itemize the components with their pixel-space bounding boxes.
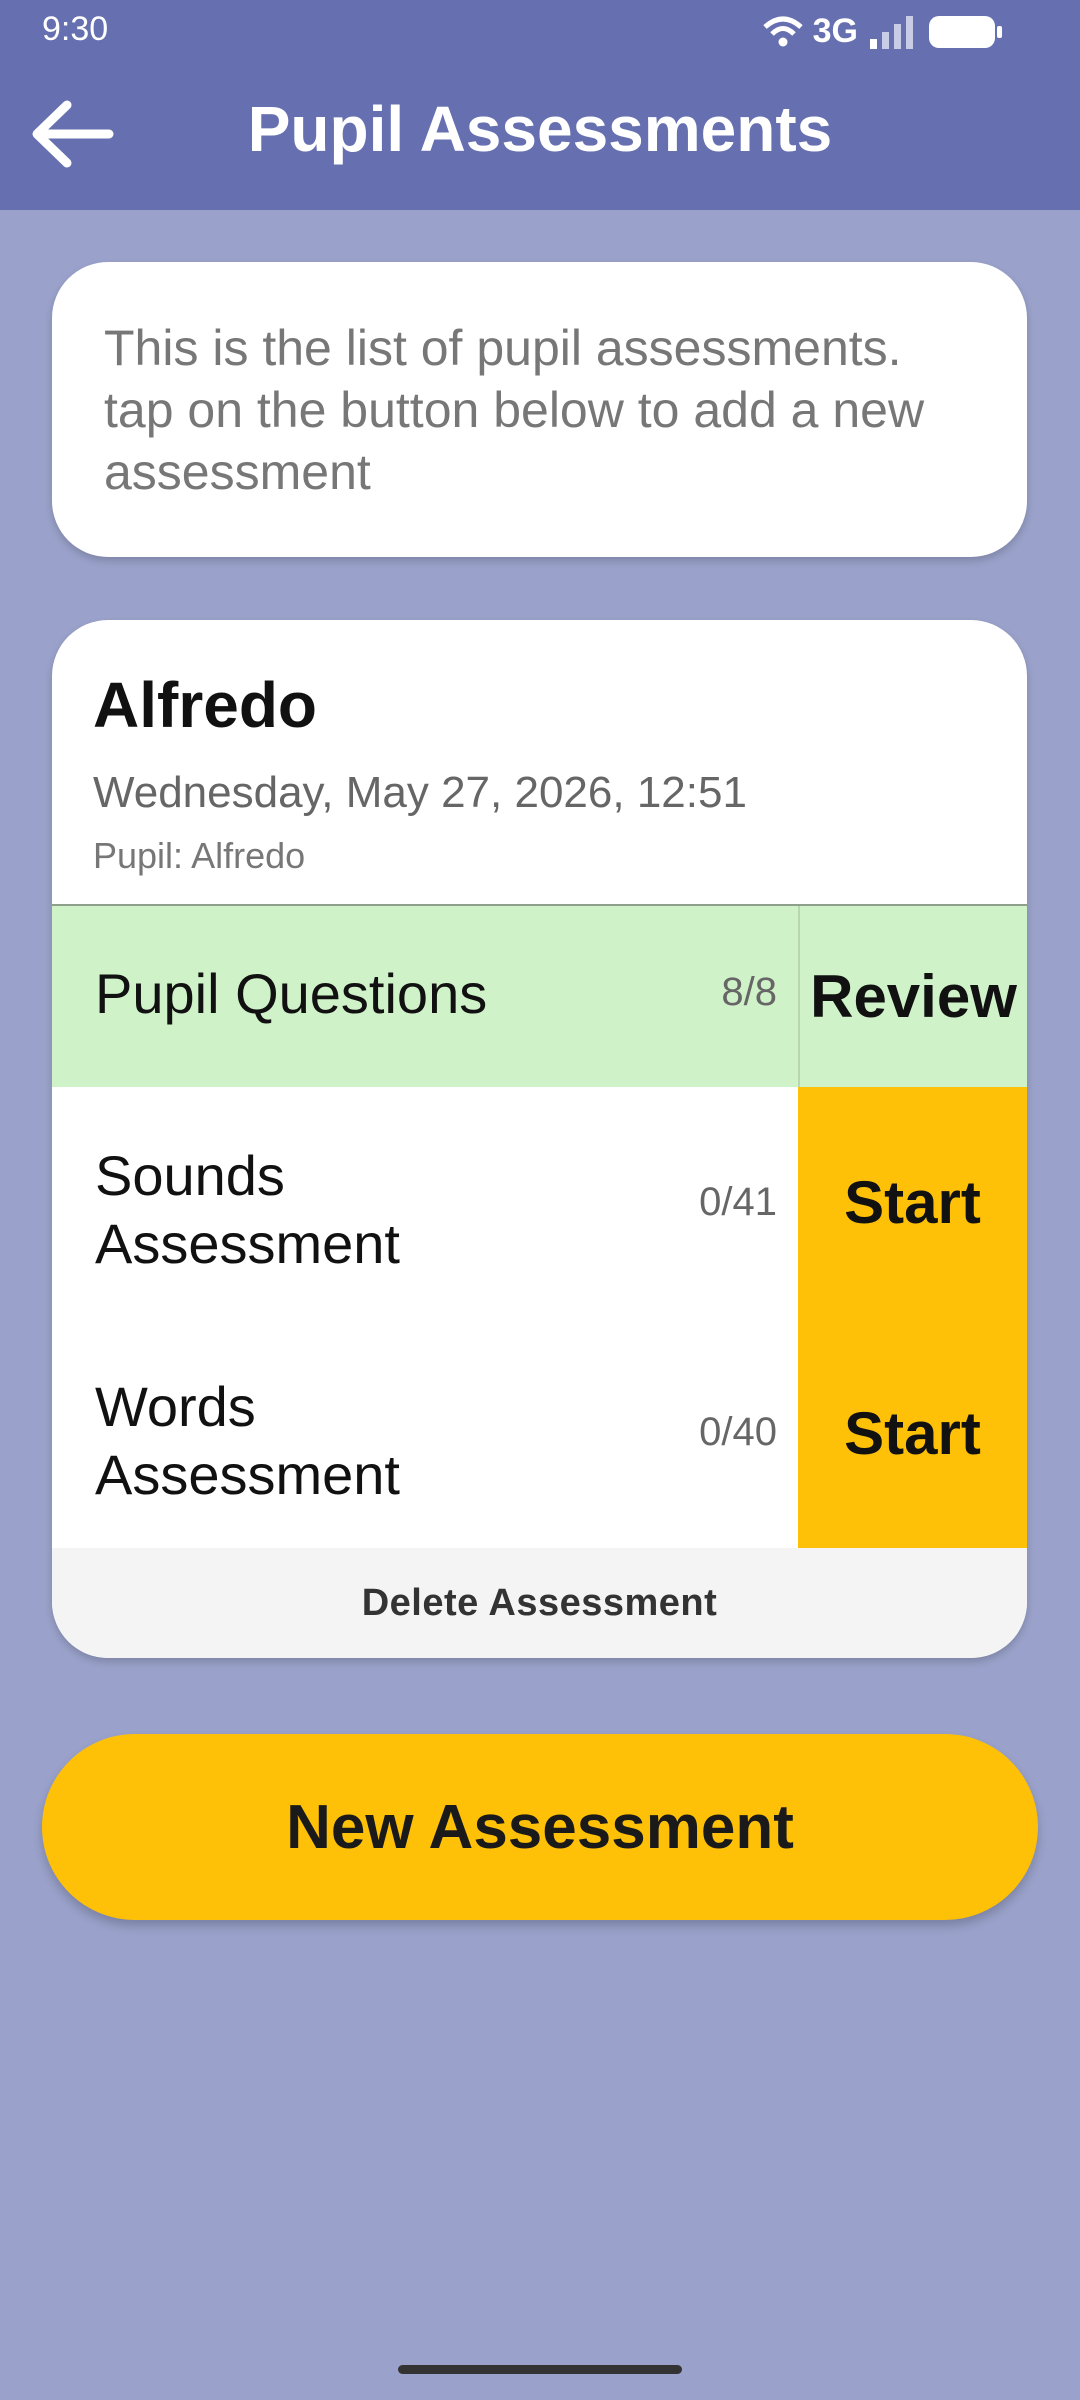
page-title: Pupil Assessments: [247, 93, 833, 165]
info-card: This is the list of pupil assessments. t…: [52, 262, 1027, 557]
network-type: 3G: [812, 12, 858, 50]
assessment-row-sounds: Sounds Assessment 0/41 Start: [52, 1087, 1027, 1318]
start-words-button[interactable]: Start: [798, 1318, 1027, 1548]
assessment-name: Alfredo: [93, 669, 317, 741]
status-time: 9:30: [42, 10, 109, 48]
app-bar: 9:30 3G Pupil Assessments: [0, 0, 1080, 210]
signal-icon: [870, 15, 913, 49]
battery-icon: [929, 15, 1002, 48]
row-label: Sounds Assessment: [95, 1144, 400, 1275]
assessment-row-pupil-questions: Pupil Questions 8/8 Review: [52, 906, 1027, 1087]
assessment-row-words: Words Assessment 0/40 Start: [52, 1318, 1027, 1548]
assessment-pupil: Pupil: Alfredo: [93, 835, 306, 876]
home-indicator[interactable]: [398, 2365, 682, 2374]
status-icons: 3G: [762, 12, 1004, 51]
row-count: 0/40: [699, 1410, 777, 1454]
row-count: 8/8: [721, 970, 777, 1014]
info-text: This is the list of pupil assessments. t…: [104, 320, 925, 500]
assessment-date: Wednesday, May 27, 2026, 12:51: [93, 768, 747, 817]
review-button[interactable]: Review: [798, 906, 1027, 1087]
row-count: 0/41: [699, 1180, 777, 1224]
delete-assessment-button[interactable]: Delete Assessment: [52, 1548, 1027, 1658]
start-sounds-button[interactable]: Start: [798, 1087, 1027, 1318]
row-label: Words Assessment: [95, 1375, 400, 1506]
assessment-card: Alfredo Wednesday, May 27, 2026, 12:51 P…: [52, 620, 1027, 1658]
row-label: Pupil Questions: [95, 962, 488, 1025]
new-assessment-button[interactable]: New Assessment: [42, 1734, 1038, 1920]
wifi-icon: [762, 16, 803, 46]
